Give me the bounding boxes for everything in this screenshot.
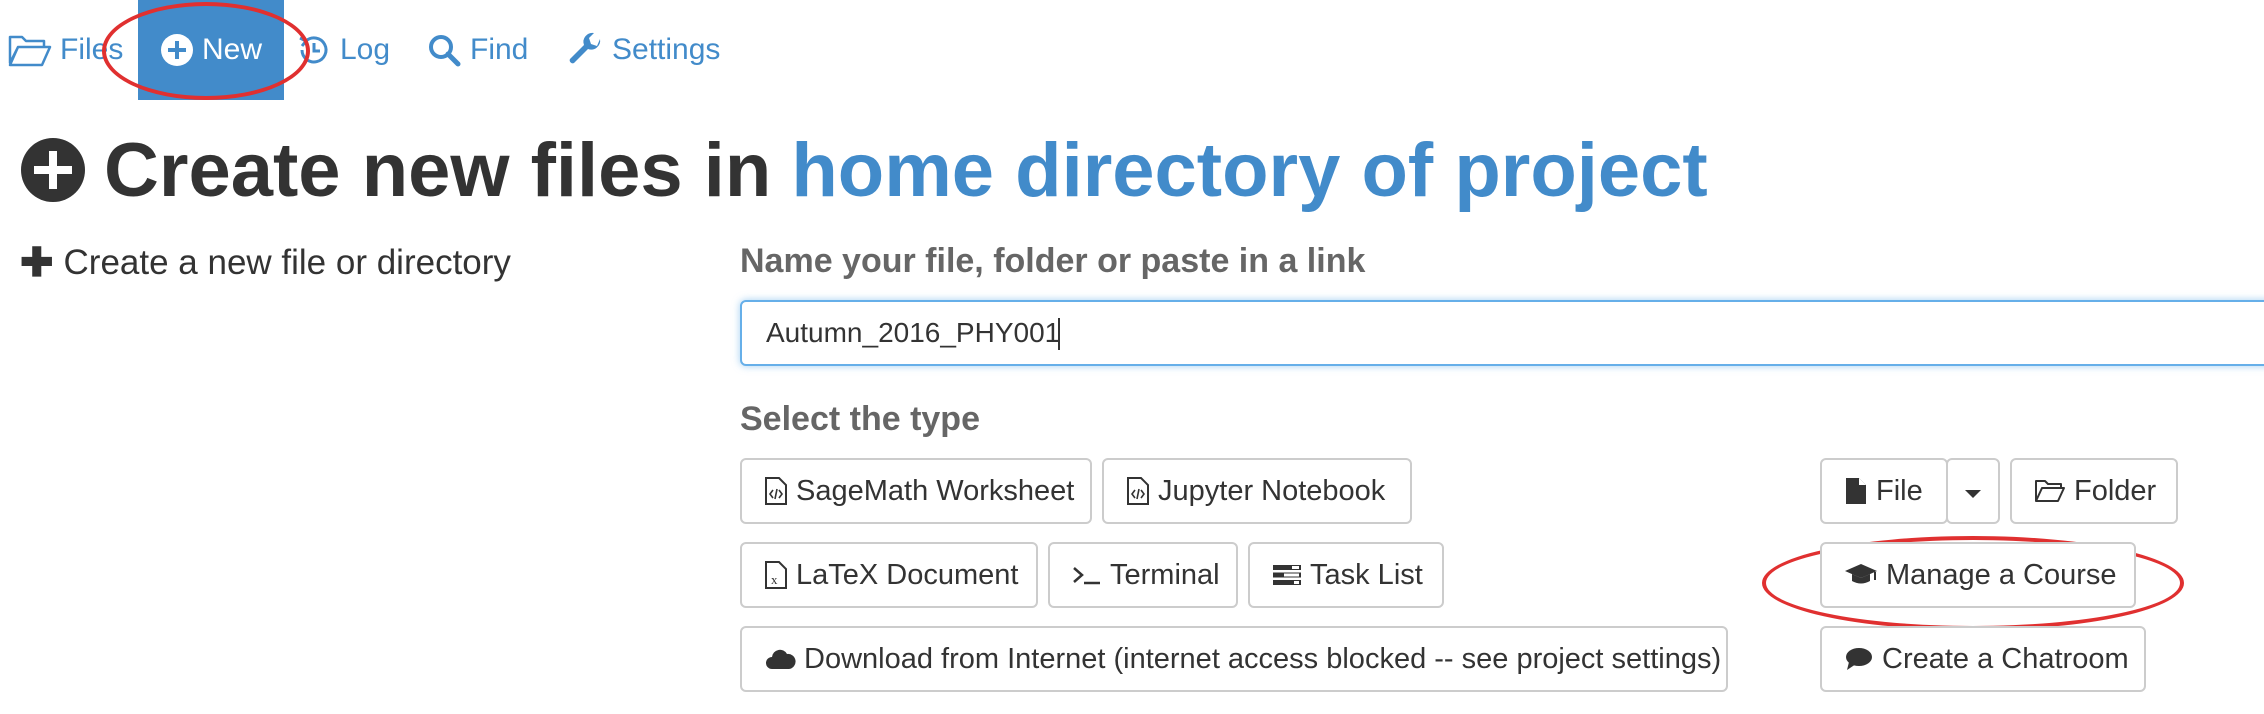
wrench-icon: [566, 31, 604, 69]
nav-find-label: Find: [470, 33, 529, 66]
page-title-link[interactable]: home directory of project: [791, 127, 1707, 214]
file-label: File: [1876, 474, 1923, 507]
plus-circle-icon: [160, 33, 194, 67]
latex-document-button[interactable]: x LaTeX Document: [740, 542, 1038, 608]
nav-find[interactable]: Find: [426, 0, 528, 100]
filename-input[interactable]: [740, 300, 2264, 366]
plus-icon: ✚: [20, 241, 54, 285]
download-label: Download from Internet (internet access …: [804, 642, 1722, 675]
file-icon: [1844, 476, 1868, 506]
top-nav: Files New Log Find Settings: [0, 0, 2264, 100]
caret-down-icon: [1964, 475, 1982, 508]
latex-label: LaTeX Document: [796, 558, 1019, 591]
graduation-cap-icon: [1844, 562, 1878, 588]
history-icon: [296, 32, 332, 68]
tasks-icon: [1272, 563, 1302, 587]
create-chatroom-button[interactable]: Create a Chatroom: [1820, 626, 2146, 692]
cloud-icon: [764, 647, 796, 671]
page-title: Create new files in home directory of pr…: [20, 120, 1708, 220]
sagemath-label: SageMath Worksheet: [796, 474, 1075, 507]
nav-settings-label: Settings: [612, 33, 721, 66]
folder-label: Folder: [2074, 474, 2157, 507]
folder-open-icon: [8, 33, 52, 67]
name-field-label: Name your file, folder or paste in a lin…: [740, 242, 1366, 280]
nav-files-label: Files: [60, 33, 124, 66]
nav-new-label: New: [202, 33, 263, 66]
comment-icon: [1844, 646, 1874, 672]
jupyter-label: Jupyter Notebook: [1158, 474, 1386, 507]
nav-log-label: Log: [340, 33, 391, 66]
jupyter-notebook-button[interactable]: Jupyter Notebook: [1102, 458, 1412, 524]
manage-course-button[interactable]: Manage a Course: [1820, 542, 2136, 608]
type-label: Select the type: [740, 400, 980, 438]
nav-files[interactable]: Files: [8, 0, 123, 100]
nav-settings[interactable]: Settings: [566, 0, 720, 100]
nav-new[interactable]: New: [138, 0, 285, 100]
task-list-button[interactable]: Task List: [1248, 542, 1444, 608]
task-list-label: Task List: [1310, 558, 1423, 591]
sagemath-worksheet-button[interactable]: SageMath Worksheet: [740, 458, 1092, 524]
text-caret: [1058, 318, 1060, 350]
plus-circle-icon: [20, 137, 86, 203]
file-button[interactable]: File: [1820, 458, 1948, 524]
chatroom-label: Create a Chatroom: [1882, 642, 2129, 675]
svg-text:x: x: [771, 572, 778, 587]
folder-button[interactable]: Folder: [2010, 458, 2178, 524]
folder-open-icon: [2034, 478, 2066, 504]
download-internet-button[interactable]: Download from Internet (internet access …: [740, 626, 1728, 692]
file-code-icon: [764, 476, 788, 506]
search-icon: [426, 32, 462, 68]
page-title-text: Create new files in: [104, 127, 772, 213]
terminal-icon: [1072, 563, 1102, 587]
terminal-label: Terminal: [1110, 558, 1220, 591]
file-code-icon: [1126, 476, 1150, 506]
create-file-heading: ✚ Create a new file or directory: [20, 240, 511, 286]
terminal-button[interactable]: Terminal: [1048, 542, 1238, 608]
file-type-dropdown[interactable]: [1946, 458, 2000, 524]
create-file-label: Create a new file or directory: [63, 243, 511, 282]
file-latex-icon: x: [764, 560, 788, 590]
manage-course-label: Manage a Course: [1886, 558, 2117, 591]
nav-log[interactable]: Log: [296, 0, 390, 100]
